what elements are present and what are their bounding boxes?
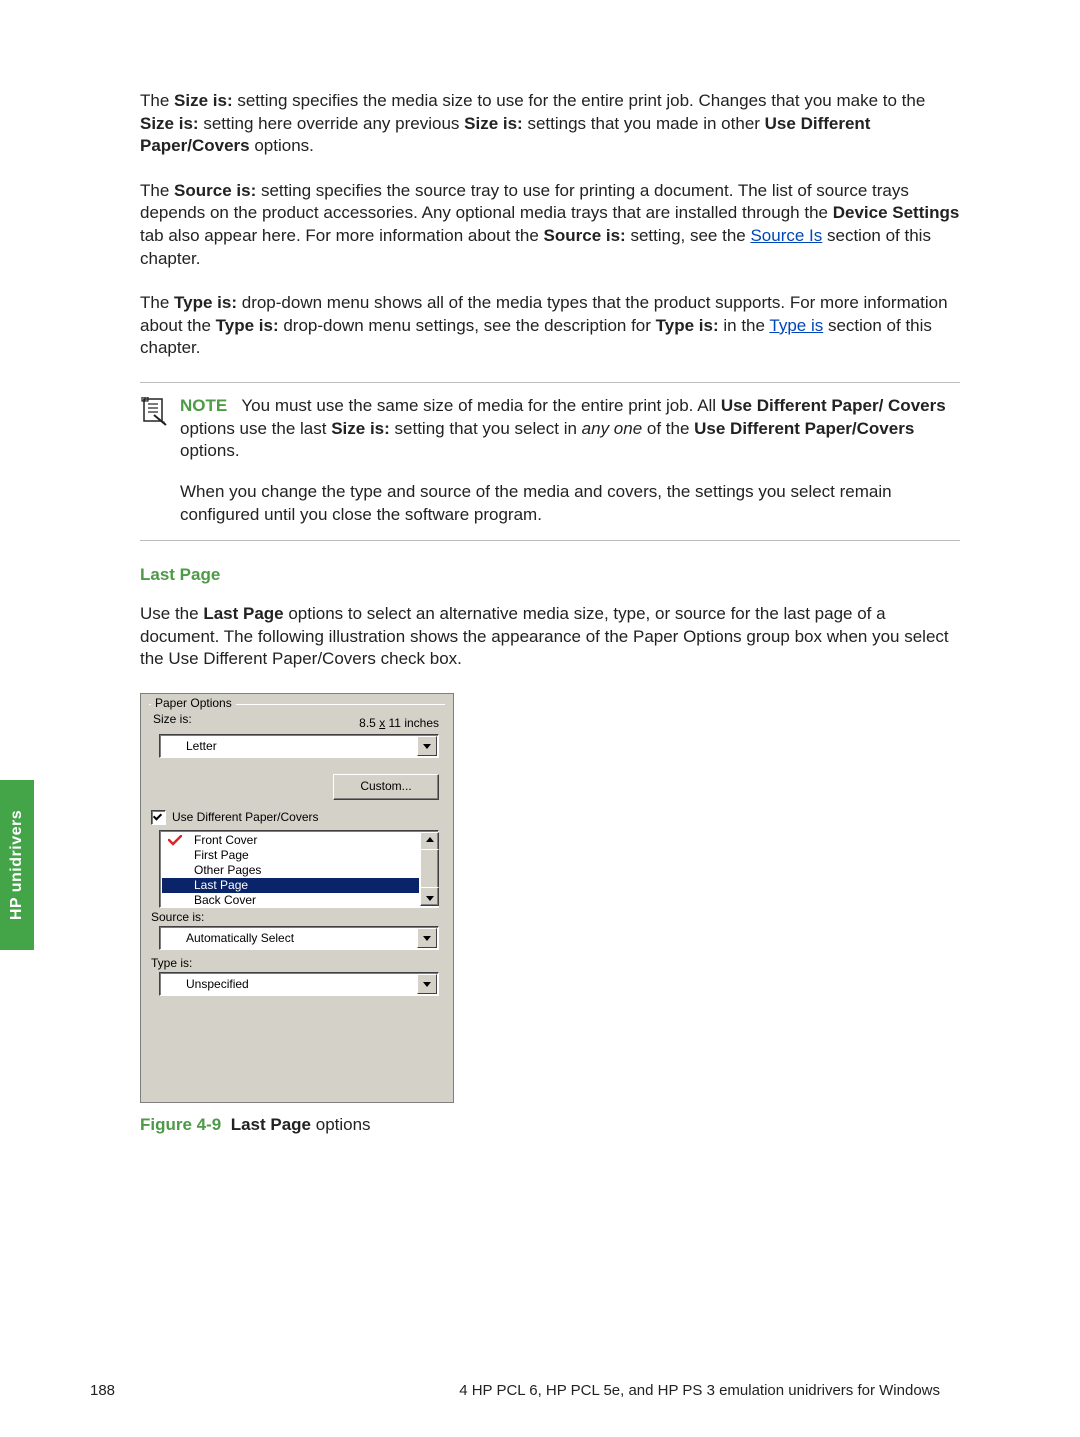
figure-caption: Figure 4-9 Last Page options bbox=[140, 1115, 960, 1135]
custom-button[interactable]: Custom... bbox=[333, 774, 439, 800]
paragraph-last-page-intro: Use the Last Page options to select an a… bbox=[140, 603, 960, 671]
use-different-paper-checkbox[interactable]: Use Different Paper/Covers bbox=[151, 810, 319, 825]
note-paragraph-2: When you change the type and source of t… bbox=[180, 481, 960, 526]
side-tab-label: HP unidrivers bbox=[8, 810, 26, 920]
link-source-is[interactable]: Source Is bbox=[750, 226, 822, 245]
footer-chapter-title: 4 HP PCL 6, HP PCL 5e, and HP PS 3 emula… bbox=[459, 1382, 940, 1399]
check-icon bbox=[168, 835, 180, 845]
chevron-down-icon[interactable] bbox=[417, 928, 437, 948]
list-item-last-page[interactable]: Last Page bbox=[162, 878, 419, 893]
list-item-other-pages[interactable]: Other Pages bbox=[162, 863, 419, 878]
page-footer: 188 4 HP PCL 6, HP PCL 5e, and HP PS 3 e… bbox=[90, 1382, 940, 1399]
chevron-down-icon[interactable] bbox=[417, 974, 437, 994]
list-item-first-page[interactable]: First Page bbox=[162, 848, 419, 863]
page-number: 188 bbox=[90, 1382, 115, 1399]
note-label: NOTE bbox=[180, 396, 227, 415]
size-is-value: Letter bbox=[162, 737, 418, 755]
type-is-dropdown[interactable]: Unspecified bbox=[159, 972, 439, 996]
source-is-value: Automatically Select bbox=[162, 929, 418, 947]
paragraph-type-is: The Type is: drop-down menu shows all of… bbox=[140, 292, 960, 360]
link-type-is[interactable]: Type is bbox=[769, 316, 823, 335]
list-item-back-cover[interactable]: Back Cover bbox=[162, 893, 419, 905]
side-tab: HP unidrivers bbox=[0, 780, 34, 950]
checkbox-icon bbox=[151, 810, 166, 825]
scroll-down-icon[interactable] bbox=[420, 887, 439, 906]
source-is-dropdown[interactable]: Automatically Select bbox=[159, 926, 439, 950]
chevron-down-icon[interactable] bbox=[417, 736, 437, 756]
source-is-label: Source is: bbox=[151, 910, 204, 924]
use-different-paper-label: Use Different Paper/Covers bbox=[172, 810, 319, 824]
size-is-dropdown[interactable]: Letter bbox=[159, 734, 439, 758]
note-block: NOTE You must use the same size of media… bbox=[140, 382, 960, 541]
size-is-label: Size is: bbox=[153, 712, 192, 726]
type-is-value: Unspecified bbox=[162, 975, 418, 993]
note-icon bbox=[140, 412, 168, 431]
paragraph-size-is: The Size is: setting specifies the media… bbox=[140, 90, 960, 158]
list-item-front-cover[interactable]: Front Cover bbox=[162, 833, 419, 848]
paragraph-source-is: The Source is: setting specifies the sou… bbox=[140, 180, 960, 270]
heading-last-page: Last Page bbox=[140, 565, 960, 585]
type-is-label: Type is: bbox=[151, 956, 192, 970]
paper-options-panel: Paper Options Size is: 8.5 x 11 inches L… bbox=[140, 693, 454, 1103]
paper-covers-listbox[interactable]: Front Cover First Page Other Pages Last … bbox=[159, 830, 439, 908]
scrollbar[interactable] bbox=[420, 832, 437, 906]
paper-options-legend: Paper Options bbox=[151, 696, 236, 710]
size-dimensions: 8.5 x 11 inches bbox=[359, 716, 439, 730]
